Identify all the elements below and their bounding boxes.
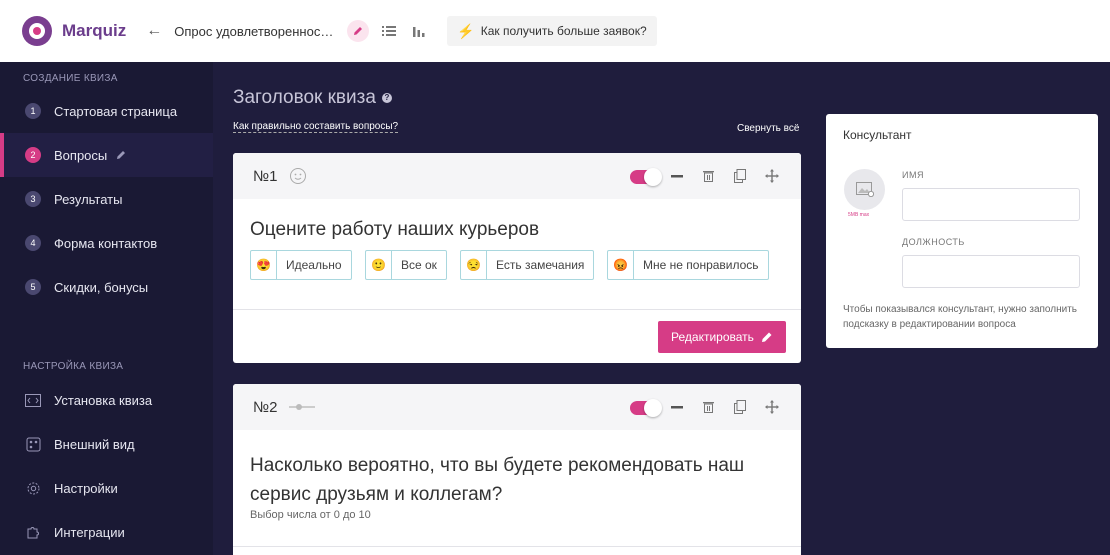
sidebar-item-contact-form[interactable]: 4 Форма контактов — [0, 221, 213, 265]
angry-emoji-icon: 😡 — [608, 251, 634, 279]
drag-move-icon[interactable] — [764, 399, 780, 415]
pencil-icon — [117, 151, 126, 159]
question-text-line: сервис друзьям и коллегам? — [250, 484, 503, 505]
collapse-icon[interactable] — [669, 168, 685, 184]
edit-pencil-icon[interactable] — [347, 20, 370, 42]
page-title[interactable]: Заголовок квиза? — [233, 87, 392, 109]
sidebar-item-label: Форма контактов — [54, 235, 158, 251]
list-icon[interactable] — [379, 21, 399, 41]
sidebar-item-install[interactable]: Установка квиза — [0, 378, 213, 422]
heart-eyes-emoji-icon: 😍 — [251, 251, 277, 279]
question-card-header: №1 — [233, 153, 801, 199]
avatar-size-note: 5MB max — [848, 212, 870, 218]
help-icon[interactable]: ? — [381, 92, 392, 103]
option-label: Мне не понравилось — [643, 258, 759, 272]
sidebar-item-integrations[interactable]: Интеграции — [0, 510, 213, 554]
divider — [233, 546, 801, 547]
quiz-title[interactable]: Опрос удовлетвореннос… — [174, 24, 333, 39]
lightning-icon: ⚡ — [457, 22, 475, 39]
step-number: 1 — [25, 103, 41, 119]
question-card: №2 Насколько вероятно, что вы будете рек… — [233, 384, 801, 555]
edit-button-label: Редактировать — [671, 330, 754, 344]
sidebar-item-results[interactable]: 3 Результаты — [0, 177, 213, 221]
question-number: №1 — [253, 167, 278, 185]
smile-emoji-icon: 🙂 — [366, 251, 392, 279]
answer-option[interactable]: 😡 Мне не понравилось — [607, 250, 769, 280]
collapse-icon[interactable] — [669, 399, 685, 415]
consultant-hint: Чтобы показывался консультант, нужно зап… — [843, 304, 1077, 330]
position-label: ДОЛЖНОСТЬ — [902, 237, 965, 247]
slider-type-icon — [289, 404, 316, 410]
option-label: Есть замечания — [496, 258, 585, 272]
sidebar-item-label: Внешний вид — [54, 436, 135, 452]
option-label: Идеально — [286, 258, 342, 272]
back-arrow-icon[interactable]: ← — [146, 22, 162, 40]
top-bar: Marquiz ← Опрос удовлетвореннос… ⚡ Как п… — [0, 0, 1110, 62]
edit-question-button[interactable]: Редактировать — [658, 321, 786, 353]
sidebar-item-label: Вопросы — [54, 147, 108, 163]
how-to-questions-link[interactable]: Как правильно составить вопросы? — [233, 121, 399, 133]
sidebar-item-start-page[interactable]: 1 Стартовая страница — [0, 89, 213, 133]
quiz-heading: Заголовок квиза — [233, 87, 376, 108]
question-card: №1 Оцените работу наших курьеров 😍 Идеал… — [233, 153, 801, 363]
pencil-icon — [761, 332, 772, 342]
brand-name: Marquiz — [62, 21, 127, 40]
step-number: 2 — [25, 147, 41, 163]
sidebar-item-label: Установка квиза — [54, 392, 153, 408]
sidebar-item-label: Интеграции — [54, 524, 125, 540]
tip-label: Как получить больше заявок? — [480, 24, 647, 38]
sidebar-item-label: Результаты — [54, 191, 123, 207]
section-label-create: СОЗДАНИЕ КВИЗА — [23, 73, 118, 84]
emoji-type-icon — [290, 168, 307, 184]
question-text[interactable]: Оцените работу наших курьеров — [250, 219, 539, 241]
step-number: 3 — [25, 191, 41, 207]
collapse-all-link[interactable]: Свернуть всё — [737, 123, 799, 134]
unamused-emoji-icon: 😒 — [461, 251, 487, 279]
sidebar-item-discounts[interactable]: 5 Скидки, бонусы — [0, 265, 213, 309]
sidebar-item-label: Стартовая страница — [54, 103, 178, 119]
marquiz-logo-icon — [22, 16, 52, 46]
sidebar-item-label: Скидки, бонусы — [54, 279, 149, 295]
copy-icon[interactable] — [732, 168, 748, 184]
question-card-header: №2 — [233, 384, 801, 430]
position-input[interactable] — [902, 255, 1080, 288]
sidebar-item-appearance[interactable]: Внешний вид — [0, 422, 213, 466]
trash-icon[interactable] — [700, 168, 716, 184]
sidebar: СОЗДАНИЕ КВИЗА 1 Стартовая страница 2 Во… — [0, 62, 213, 555]
code-icon — [25, 392, 41, 408]
image-upload-icon — [855, 182, 874, 197]
answer-option[interactable]: 😍 Идеально — [250, 250, 352, 280]
sidebar-item-settings[interactable]: Настройки — [0, 466, 213, 510]
step-number: 5 — [25, 279, 41, 295]
avatar-upload[interactable] — [844, 169, 885, 210]
divider — [233, 309, 801, 310]
consultant-panel: Консультант 5MB max ИМЯ ДОЛЖНОСТЬ Чтобы … — [826, 114, 1098, 348]
more-leads-tip-button[interactable]: ⚡ Как получить больше заявок? — [447, 16, 657, 46]
consultant-title: Консультант — [843, 128, 912, 142]
question-enabled-toggle[interactable] — [630, 399, 662, 417]
question-subtitle: Выбор числа от 0 до 10 — [250, 509, 371, 521]
sidebar-item-questions[interactable]: 2 Вопросы — [0, 133, 213, 177]
section-label-settings: НАСТРОЙКА КВИЗА — [23, 361, 124, 372]
sidebar-item-label: Настройки — [54, 480, 118, 496]
name-input[interactable] — [902, 188, 1080, 221]
name-label: ИМЯ — [902, 170, 924, 180]
question-number: №2 — [253, 398, 278, 416]
drag-move-icon[interactable] — [764, 168, 780, 184]
question-enabled-toggle[interactable] — [630, 168, 662, 186]
answer-option[interactable]: 😒 Есть замечания — [460, 250, 595, 280]
copy-icon[interactable] — [732, 399, 748, 415]
logo[interactable]: Marquiz — [22, 16, 126, 46]
bar-chart-icon[interactable] — [409, 21, 429, 41]
trash-icon[interactable] — [700, 399, 716, 415]
question-text[interactable]: Насколько вероятно, что вы будете рекоме… — [250, 451, 744, 509]
question-text-line: Насколько вероятно, что вы будете рекоме… — [250, 455, 745, 476]
puzzle-icon — [25, 524, 41, 540]
step-number: 4 — [25, 235, 41, 251]
palette-icon — [25, 436, 41, 452]
gear-icon — [25, 480, 41, 496]
option-label: Все ок — [401, 258, 437, 272]
answer-option[interactable]: 🙂 Все ок — [365, 250, 447, 280]
